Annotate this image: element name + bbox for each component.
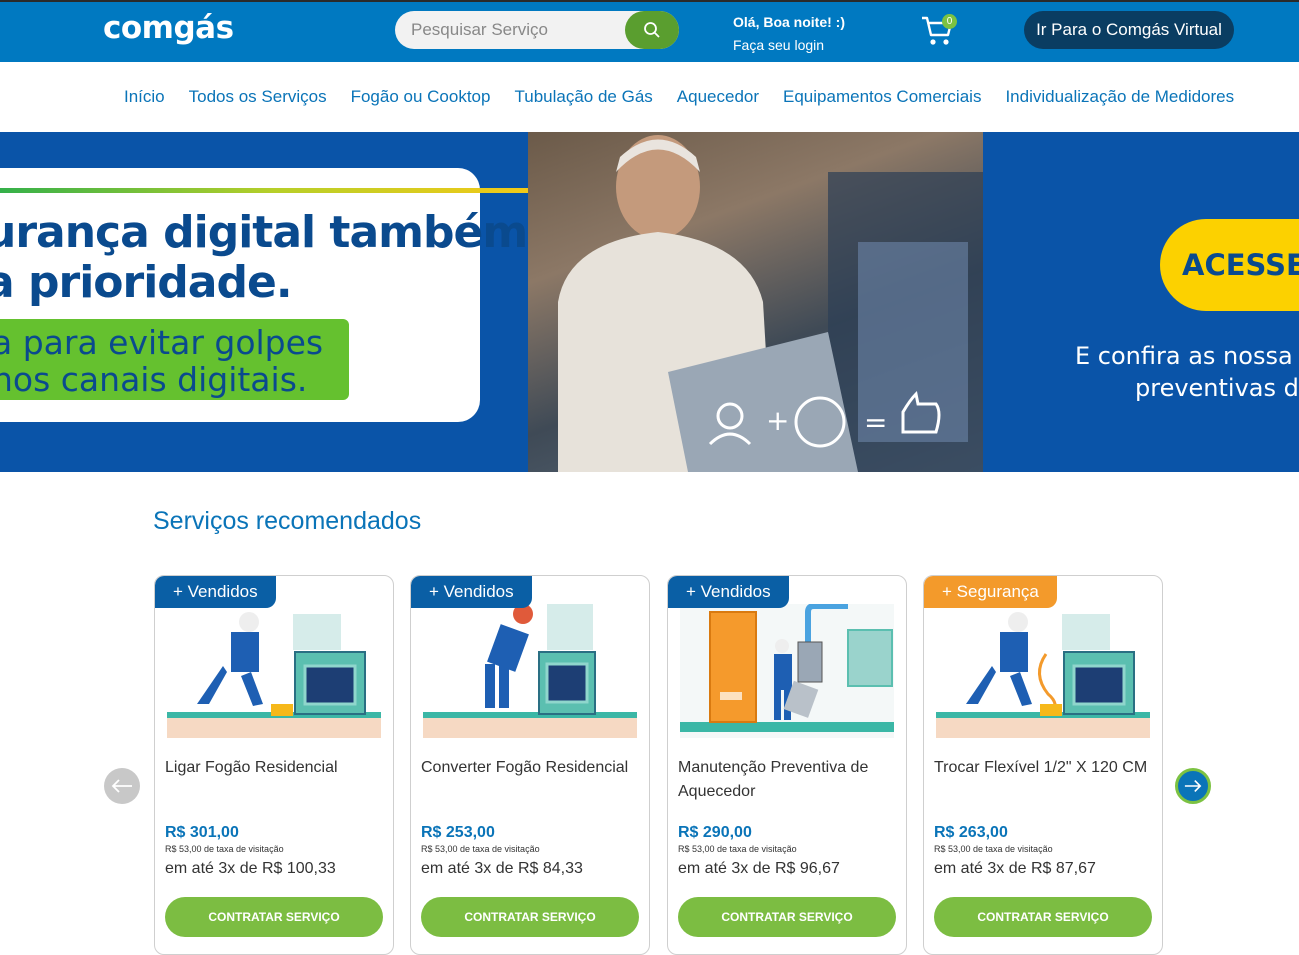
card-fee: R$ 53,00 de taxa de visitação [421, 844, 540, 854]
nav-item-tubulacao[interactable]: Tubulação de Gás [514, 87, 652, 107]
hero-banner[interactable]: urança digital também a prioridade. a pa… [0, 132, 1299, 472]
card-installments: em até 3x de R$ 87,67 [934, 860, 1096, 877]
card-fee: R$ 53,00 de taxa de visitação [678, 844, 797, 854]
banner-subtitle-line-1: a para evitar golpes [0, 323, 324, 362]
service-card[interactable]: + Vendidos Manutenção Preventiva de Aque… [667, 575, 907, 955]
service-card[interactable]: + Vendidos Ligar Fogão Residencial R$ 30… [154, 575, 394, 955]
nav-item-aquecedor[interactable]: Aquecedor [677, 87, 759, 107]
arrow-right-icon [1184, 780, 1202, 792]
man-with-laptop-illustration: + = [558, 135, 983, 472]
banner-subtitle: a para evitar golpes nos canais digitais… [0, 324, 323, 398]
card-fee: R$ 53,00 de taxa de visitação [934, 844, 1053, 854]
banner-right-line-1: E confira as nossa [1075, 342, 1293, 370]
card-installments: em até 3x de R$ 96,67 [678, 860, 840, 877]
technician-stove-illustration [167, 612, 381, 738]
svg-text:=: = [864, 406, 887, 439]
greeting-text: Olá, Boa noite! :) [733, 14, 845, 30]
card-tag-badge: + Vendidos [668, 576, 789, 608]
carousel-next-button[interactable] [1175, 768, 1211, 804]
search-box [395, 11, 679, 49]
card-price: R$ 263,00 [934, 824, 1008, 841]
arrow-left-icon [111, 779, 132, 793]
card-title[interactable]: Ligar Fogão Residencial [165, 756, 385, 780]
banner-right-text: E confira as nossa preventivas d [1075, 340, 1299, 404]
card-price: R$ 290,00 [678, 824, 752, 841]
technician-flex-hose-illustration [936, 612, 1150, 738]
card-title[interactable]: Manutenção Preventiva de Aquecedor [678, 756, 898, 804]
banner-gradient-line [0, 188, 548, 193]
card-tag-badge: + Vendidos [155, 576, 276, 608]
main-nav: Início Todos os Serviços Fogão ou Cookto… [0, 62, 1299, 132]
service-card[interactable]: + Vendidos Converter Fogão Residencial R… [410, 575, 650, 955]
card-price: R$ 253,00 [421, 824, 495, 841]
login-link[interactable]: Faça seu login [733, 37, 824, 53]
banner-subtitle-line-2: nos canais digitais. [0, 360, 308, 399]
user-greeting: Olá, Boa noite! :) Faça seu login [733, 11, 845, 57]
search-button[interactable] [625, 11, 679, 49]
nav-item-fogao[interactable]: Fogão ou Cooktop [351, 87, 491, 107]
technician-stove-illustration [423, 604, 637, 738]
comgas-logo[interactable]: comgás [103, 10, 234, 46]
hire-service-button[interactable]: CONTRATAR SERVIÇO [165, 897, 383, 937]
card-installments: em até 3x de R$ 100,33 [165, 860, 336, 877]
banner-headline-line-2: a prioridade. [0, 257, 293, 308]
cart-count-badge: 0 [942, 14, 957, 29]
card-fee: R$ 53,00 de taxa de visitação [165, 844, 284, 854]
hire-service-button[interactable]: CONTRATAR SERVIÇO [421, 897, 639, 937]
technician-heater-illustration [680, 604, 894, 738]
nav-item-inicio[interactable]: Início [124, 87, 165, 107]
hire-service-button[interactable]: CONTRATAR SERVIÇO [934, 897, 1152, 937]
card-price: R$ 301,00 [165, 824, 239, 841]
search-icon [644, 22, 660, 38]
hire-service-button[interactable]: CONTRATAR SERVIÇO [678, 897, 896, 937]
card-title[interactable]: Converter Fogão Residencial [421, 756, 641, 780]
service-card[interactable]: + Segurança Trocar Flexível 1/2" X 120 C… [923, 575, 1163, 955]
banner-headline: urança digital também a prioridade. [0, 207, 528, 308]
carousel-prev-button[interactable] [104, 768, 140, 804]
section-title: Serviços recomendados [153, 507, 422, 535]
svg-text:+: + [766, 404, 789, 437]
card-tag-badge: + Vendidos [411, 576, 532, 608]
card-tag-badge: + Segurança [924, 576, 1057, 608]
banner-acesse-badge[interactable]: ACESSE [1160, 219, 1299, 311]
banner-right-line-2: preventivas d [1135, 374, 1299, 402]
banner-headline-line-1: urança digital também [0, 207, 528, 258]
comgas-virtual-button[interactable]: Ir Para o Comgás Virtual [1024, 11, 1234, 49]
card-installments: em até 3x de R$ 84,33 [421, 860, 583, 877]
card-title[interactable]: Trocar Flexível 1/2" X 120 CM [934, 756, 1154, 780]
nav-item-todos-servicos[interactable]: Todos os Serviços [189, 87, 327, 107]
search-input[interactable] [395, 11, 625, 49]
nav-item-individualizacao[interactable]: Individualização de Medidores [1005, 87, 1234, 107]
nav-item-equipamentos[interactable]: Equipamentos Comerciais [783, 87, 981, 107]
banner-photo: + = [528, 132, 983, 472]
